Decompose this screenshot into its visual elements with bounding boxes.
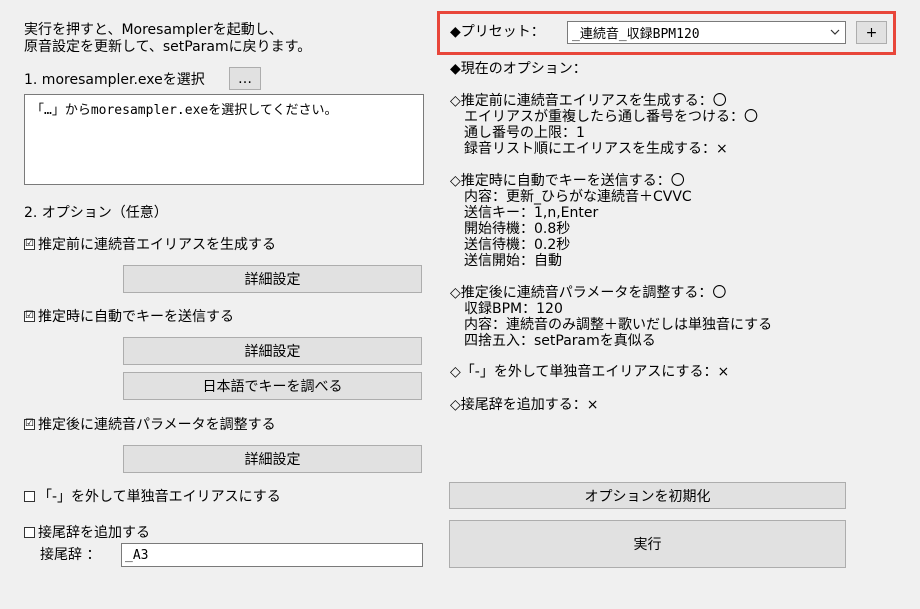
- auto-key-checkbox[interactable]: ☑ 推定時に自動でキーを送信する: [24, 306, 234, 326]
- current-auto-key-detail-5: 送信開始：自動: [464, 253, 562, 269]
- intro-line-2: 原音設定を更新して、setParamに戻ります。: [24, 39, 312, 55]
- intro-line-1: 実行を押すと、Moresamplerを起動し、: [24, 22, 283, 38]
- suffix-input-value: _A3: [125, 547, 149, 563]
- current-pre-alias-detail-2: 通し番号の上限：1: [464, 125, 585, 141]
- step2-label: 2. オプション（任意）: [24, 205, 168, 221]
- current-auto-key-detail-3: 開始待機：0.8秒: [464, 221, 571, 237]
- current-post-adjust-detail-1: 収録BPM：120: [464, 301, 563, 317]
- detail-settings-button-1[interactable]: 詳細設定: [123, 265, 422, 293]
- step1-label: 1. moresampler.exeを選択: [24, 72, 205, 88]
- remove-dash-checkbox-box[interactable]: [24, 490, 35, 502]
- current-pre-alias: ◇推定前に連続音エイリアスを生成する：〇: [450, 93, 727, 109]
- suffix-field-label: 接尾辞 ：: [40, 547, 101, 563]
- suffix-checkbox-box[interactable]: [24, 526, 35, 538]
- pre-alias-checkbox-label: 推定前に連続音エイリアスを生成する: [38, 237, 276, 253]
- chevron-down-icon: [830, 29, 840, 35]
- current-auto-key: ◇推定時に自動でキーを送信する：〇: [450, 173, 685, 189]
- exe-path-text: 「…」からmoresampler.exeを選択してください。: [31, 103, 338, 118]
- current-pre-alias-detail-3: 録音リスト順にエイリアスを生成する：×: [464, 141, 728, 157]
- current-remove-dash: ◇「-」を外して単独音エイリアスにする：×: [450, 364, 730, 380]
- auto-key-checkbox-box[interactable]: ☑: [24, 310, 35, 322]
- pre-alias-checkbox[interactable]: ☑ 推定前に連続音エイリアスを生成する: [24, 234, 276, 254]
- run-button[interactable]: 実行: [449, 520, 846, 568]
- pre-alias-checkbox-box[interactable]: ☑: [24, 238, 35, 250]
- reset-options-button[interactable]: オプションを初期化: [449, 482, 846, 509]
- auto-key-checkbox-label: 推定時に自動でキーを送信する: [38, 309, 234, 325]
- current-suffix: ◇接尾辞を追加する：×: [450, 397, 599, 413]
- preset-select-value: _連続音_収録BPM120: [572, 27, 700, 42]
- current-auto-key-detail-4: 送信待機：0.2秒: [464, 237, 571, 253]
- browse-button[interactable]: …: [229, 67, 261, 90]
- detail-settings-button-2[interactable]: 詳細設定: [123, 337, 422, 365]
- post-adjust-checkbox[interactable]: ☑ 推定後に連続音パラメータを調整する: [24, 414, 276, 434]
- detail-settings-button-3[interactable]: 詳細設定: [123, 445, 422, 473]
- add-preset-button[interactable]: +: [856, 21, 887, 44]
- current-pre-alias-detail-1: エイリアスが重複したら通し番号をつける：〇: [464, 109, 758, 125]
- current-post-adjust-detail-3: 四捨五入：setParamを真似る: [464, 333, 656, 349]
- current-auto-key-detail-2: 送信キー：1,n,Enter: [464, 205, 599, 221]
- post-adjust-checkbox-label: 推定後に連続音パラメータを調整する: [38, 417, 276, 433]
- exe-path-textarea[interactable]: 「…」からmoresampler.exeを選択してください。: [24, 94, 424, 185]
- suffix-checkbox[interactable]: 接尾辞を追加する: [24, 522, 150, 542]
- remove-dash-checkbox-label: 「-」を外して単独音エイリアスにする: [38, 489, 281, 505]
- suffix-checkbox-label: 接尾辞を追加する: [38, 525, 150, 541]
- check-key-japanese-button[interactable]: 日本語でキーを調べる: [123, 372, 422, 400]
- preset-select[interactable]: _連続音_収録BPM120: [567, 21, 846, 44]
- current-auto-key-detail-1: 内容：更新_ひらがな連続音＋CVVC: [464, 189, 692, 205]
- current-post-adjust-detail-2: 内容：連続音のみ調整＋歌いだしは単独音にする: [464, 317, 773, 333]
- current-options-heading: ◆現在のオプション：: [450, 61, 587, 77]
- suffix-input[interactable]: _A3: [121, 543, 423, 567]
- post-adjust-checkbox-box[interactable]: ☑: [24, 418, 35, 430]
- preset-label: ◆プリセット：: [450, 24, 545, 40]
- current-post-adjust: ◇推定後に連続音パラメータを調整する：〇: [450, 285, 727, 301]
- remove-dash-checkbox[interactable]: 「-」を外して単独音エイリアスにする: [24, 486, 281, 506]
